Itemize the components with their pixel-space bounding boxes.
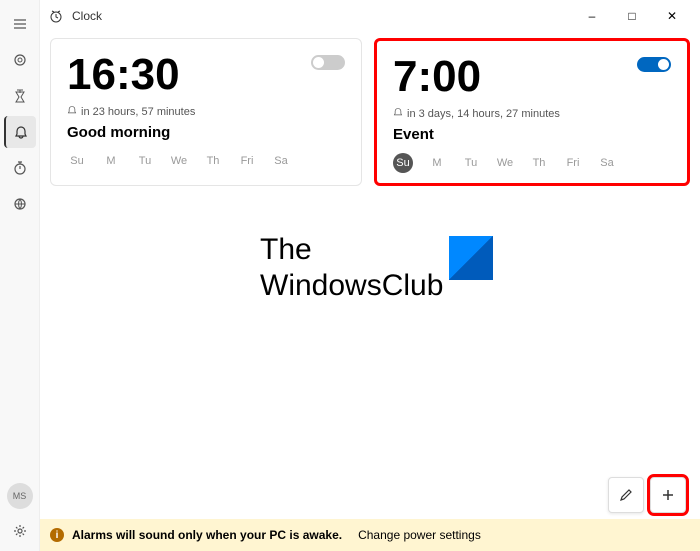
close-button[interactable]: ✕ (652, 2, 692, 30)
day-m[interactable]: M (101, 151, 121, 171)
info-icon: i (50, 528, 64, 542)
watermark-text: The WindowsClub (260, 232, 443, 304)
day-tu[interactable]: Tu (461, 153, 481, 173)
day-we[interactable]: We (169, 151, 189, 171)
alarm-icon[interactable] (4, 116, 36, 148)
worldclock-icon[interactable] (4, 188, 36, 220)
watermark-logo-icon (449, 236, 493, 280)
alarms-row: 16:30 in 23 hours, 57 minutes Good morni… (50, 38, 690, 186)
day-th[interactable]: Th (203, 151, 223, 171)
day-su[interactable]: Su (67, 151, 87, 171)
avatar[interactable]: MS (7, 483, 33, 509)
alarm-subtext: in 3 days, 14 hours, 27 minutes (393, 107, 671, 120)
day-fr[interactable]: Fri (563, 153, 583, 173)
day-th[interactable]: Th (529, 153, 549, 173)
sidebar: MS (0, 0, 40, 551)
day-we[interactable]: We (495, 153, 515, 173)
alarm-name: Good morning (67, 124, 345, 141)
alarm-time: 16:30 (67, 53, 345, 97)
alarm-subtext: in 23 hours, 57 minutes (67, 105, 345, 118)
alarm-card[interactable]: 16:30 in 23 hours, 57 minutes Good morni… (50, 38, 362, 186)
hamburger-icon[interactable] (4, 8, 36, 40)
bell-icon (67, 105, 77, 118)
infobar-text: Alarms will sound only when your PC is a… (72, 528, 342, 542)
main: Clock – □ ✕ 16:30 in 23 hours, 57 minute… (40, 0, 700, 551)
alarm-days: Su M Tu We Th Fri Sa (393, 153, 671, 173)
add-button[interactable] (650, 477, 686, 513)
bell-icon (393, 107, 403, 120)
settings-icon[interactable] (4, 515, 36, 547)
titlebar: Clock – □ ✕ (40, 0, 700, 32)
day-tu[interactable]: Tu (135, 151, 155, 171)
minimize-button[interactable]: – (572, 2, 612, 30)
day-fr[interactable]: Fri (237, 151, 257, 171)
timer-icon[interactable] (4, 80, 36, 112)
alarm-time: 7:00 (393, 55, 671, 99)
app-title: Clock (72, 9, 102, 23)
edit-button[interactable] (608, 477, 644, 513)
watermark: The WindowsClub (260, 232, 493, 304)
fab-row (608, 477, 686, 513)
app-icon (48, 8, 64, 24)
day-sa[interactable]: Sa (271, 151, 291, 171)
alarm-days: Su M Tu We Th Fri Sa (67, 151, 345, 171)
day-su[interactable]: Su (393, 153, 413, 173)
maximize-button[interactable]: □ (612, 2, 652, 30)
alarm-toggle[interactable] (311, 55, 345, 70)
day-m[interactable]: M (427, 153, 447, 173)
window-controls: – □ ✕ (572, 2, 692, 30)
change-power-settings-link[interactable]: Change power settings (358, 528, 481, 542)
alarm-name: Event (393, 126, 671, 143)
focus-icon[interactable] (4, 44, 36, 76)
alarm-card-selected[interactable]: 7:00 in 3 days, 14 hours, 27 minutes Eve… (374, 38, 690, 186)
infobar: i Alarms will sound only when your PC is… (40, 519, 700, 551)
stopwatch-icon[interactable] (4, 152, 36, 184)
alarm-toggle[interactable] (637, 57, 671, 72)
day-sa[interactable]: Sa (597, 153, 617, 173)
content: 16:30 in 23 hours, 57 minutes Good morni… (40, 32, 700, 551)
